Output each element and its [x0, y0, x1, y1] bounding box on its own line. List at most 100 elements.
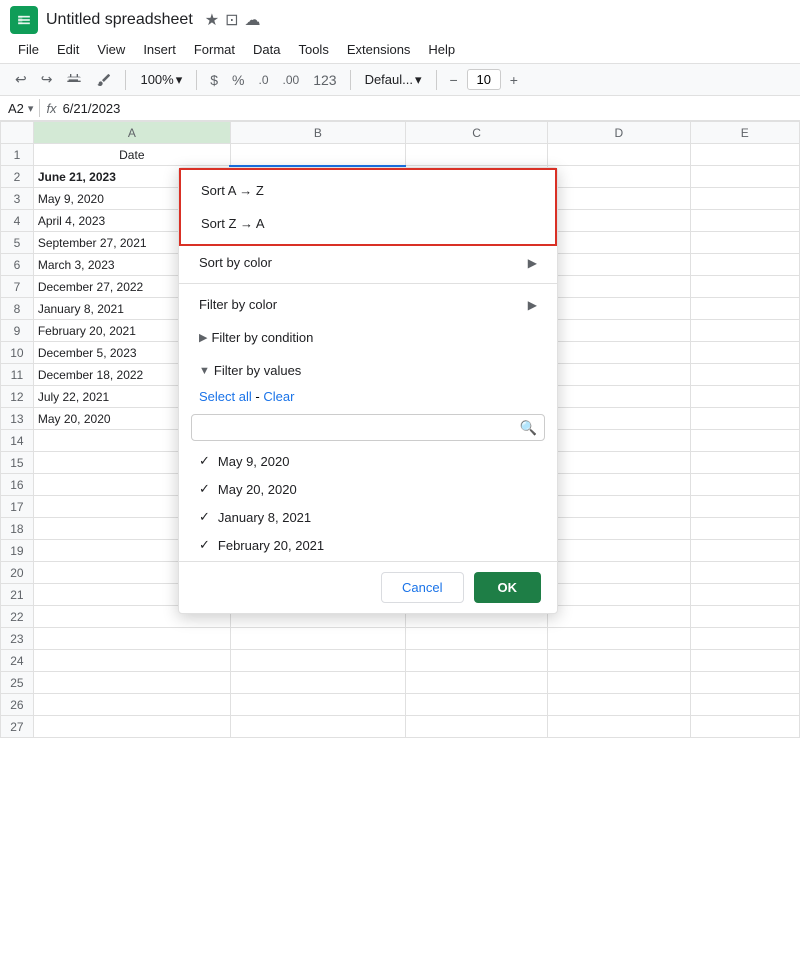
- menu-extensions[interactable]: Extensions: [339, 38, 419, 61]
- sort-by-color-item[interactable]: Sort by color ▶: [179, 246, 557, 279]
- cell-e15[interactable]: [690, 452, 800, 474]
- cell-b26[interactable]: [230, 694, 405, 716]
- cell-c1[interactable]: [405, 144, 547, 166]
- cell-d7[interactable]: [548, 276, 690, 298]
- cell-b25[interactable]: [230, 672, 405, 694]
- cell-e16[interactable]: [690, 474, 800, 496]
- col-header-c[interactable]: C: [405, 122, 547, 144]
- menu-help[interactable]: Help: [420, 38, 463, 61]
- cell-e19[interactable]: [690, 540, 800, 562]
- percent-format-button[interactable]: %: [227, 69, 249, 91]
- cell-e10[interactable]: [690, 342, 800, 364]
- cell-e11[interactable]: [690, 364, 800, 386]
- cell-d2[interactable]: [548, 166, 690, 188]
- cell-ref-arrow[interactable]: ▾: [28, 102, 34, 115]
- select-all-link[interactable]: Select all: [199, 389, 252, 404]
- filter-by-values-item[interactable]: ▼ Filter by values: [179, 354, 557, 387]
- undo-button[interactable]: ↩: [10, 68, 32, 91]
- redo-button[interactable]: ↪: [36, 68, 58, 91]
- clear-link[interactable]: Clear: [263, 389, 294, 404]
- cell-e14[interactable]: [690, 430, 800, 452]
- cell-e8[interactable]: [690, 298, 800, 320]
- cell-e13[interactable]: [690, 408, 800, 430]
- filter-search-input[interactable]: [191, 414, 545, 441]
- cell-d4[interactable]: [548, 210, 690, 232]
- cell-d6[interactable]: [548, 254, 690, 276]
- cell-d1[interactable]: [548, 144, 690, 166]
- cell-e27[interactable]: [690, 716, 800, 738]
- cell-e18[interactable]: [690, 518, 800, 540]
- menu-format[interactable]: Format: [186, 38, 243, 61]
- font-selector[interactable]: Defaul... ▾: [359, 70, 428, 90]
- cloud-icon[interactable]: ☁: [245, 10, 261, 30]
- menu-data[interactable]: Data: [245, 38, 288, 61]
- cell-c27[interactable]: [405, 716, 547, 738]
- cell-e12[interactable]: [690, 386, 800, 408]
- cell-d3[interactable]: [548, 188, 690, 210]
- cell-b23[interactable]: [230, 628, 405, 650]
- font-size-decrease-button[interactable]: −: [445, 69, 463, 91]
- cell-d11[interactable]: [548, 364, 690, 386]
- filter-by-condition-item[interactable]: ▶ Filter by condition: [179, 321, 557, 354]
- decimal-increase-button[interactable]: .00: [278, 70, 305, 90]
- filter-list-item[interactable]: ✓May 20, 2020: [179, 475, 557, 503]
- cell-e2[interactable]: [690, 166, 800, 188]
- cell-e4[interactable]: [690, 210, 800, 232]
- col-header-a[interactable]: A: [33, 122, 230, 144]
- cell-d24[interactable]: [548, 650, 690, 672]
- cell-a1[interactable]: Date: [33, 144, 230, 166]
- cell-b27[interactable]: [230, 716, 405, 738]
- cell-a26[interactable]: [33, 694, 230, 716]
- cell-d25[interactable]: [548, 672, 690, 694]
- cell-e5[interactable]: [690, 232, 800, 254]
- menu-view[interactable]: View: [89, 38, 133, 61]
- cell-d10[interactable]: [548, 342, 690, 364]
- cell-e1[interactable]: [690, 144, 800, 166]
- cell-e24[interactable]: [690, 650, 800, 672]
- filter-list-item[interactable]: ✓January 8, 2021: [179, 503, 557, 531]
- cell-d8[interactable]: [548, 298, 690, 320]
- cell-d27[interactable]: [548, 716, 690, 738]
- cell-d9[interactable]: [548, 320, 690, 342]
- cell-d15[interactable]: [548, 452, 690, 474]
- menu-insert[interactable]: Insert: [135, 38, 184, 61]
- cell-e9[interactable]: [690, 320, 800, 342]
- cell-d12[interactable]: [548, 386, 690, 408]
- ok-button[interactable]: OK: [474, 572, 542, 603]
- print-button[interactable]: [61, 69, 87, 91]
- cell-d13[interactable]: [548, 408, 690, 430]
- cell-d23[interactable]: [548, 628, 690, 650]
- cell-e20[interactable]: [690, 562, 800, 584]
- cell-d21[interactable]: [548, 584, 690, 606]
- font-size-increase-button[interactable]: +: [505, 69, 523, 91]
- filter-list-item[interactable]: ✓February 20, 2021: [179, 531, 557, 559]
- cell-e7[interactable]: [690, 276, 800, 298]
- col-header-d[interactable]: D: [548, 122, 690, 144]
- filter-by-color-item[interactable]: Filter by color ▶: [179, 288, 557, 321]
- cell-d18[interactable]: [548, 518, 690, 540]
- cell-d14[interactable]: [548, 430, 690, 452]
- col-header-e[interactable]: E: [690, 122, 800, 144]
- filter-list-item[interactable]: ✓May 9, 2020: [179, 447, 557, 475]
- cell-e25[interactable]: [690, 672, 800, 694]
- cell-b1[interactable]: [230, 144, 405, 166]
- cell-e3[interactable]: [690, 188, 800, 210]
- cell-d5[interactable]: [548, 232, 690, 254]
- cell-d20[interactable]: [548, 562, 690, 584]
- cell-a27[interactable]: [33, 716, 230, 738]
- cell-e22[interactable]: [690, 606, 800, 628]
- cell-a25[interactable]: [33, 672, 230, 694]
- cancel-button[interactable]: Cancel: [381, 572, 463, 603]
- font-size-input[interactable]: [467, 69, 501, 90]
- camera-icon[interactable]: ⊡: [225, 10, 238, 30]
- menu-edit[interactable]: Edit: [49, 38, 87, 61]
- cell-c23[interactable]: [405, 628, 547, 650]
- format-paint-button[interactable]: [91, 69, 117, 91]
- cell-c25[interactable]: [405, 672, 547, 694]
- menu-file[interactable]: File: [10, 38, 47, 61]
- cell-e26[interactable]: [690, 694, 800, 716]
- cell-a23[interactable]: [33, 628, 230, 650]
- col-header-b[interactable]: B: [230, 122, 405, 144]
- cell-a24[interactable]: [33, 650, 230, 672]
- cell-e6[interactable]: [690, 254, 800, 276]
